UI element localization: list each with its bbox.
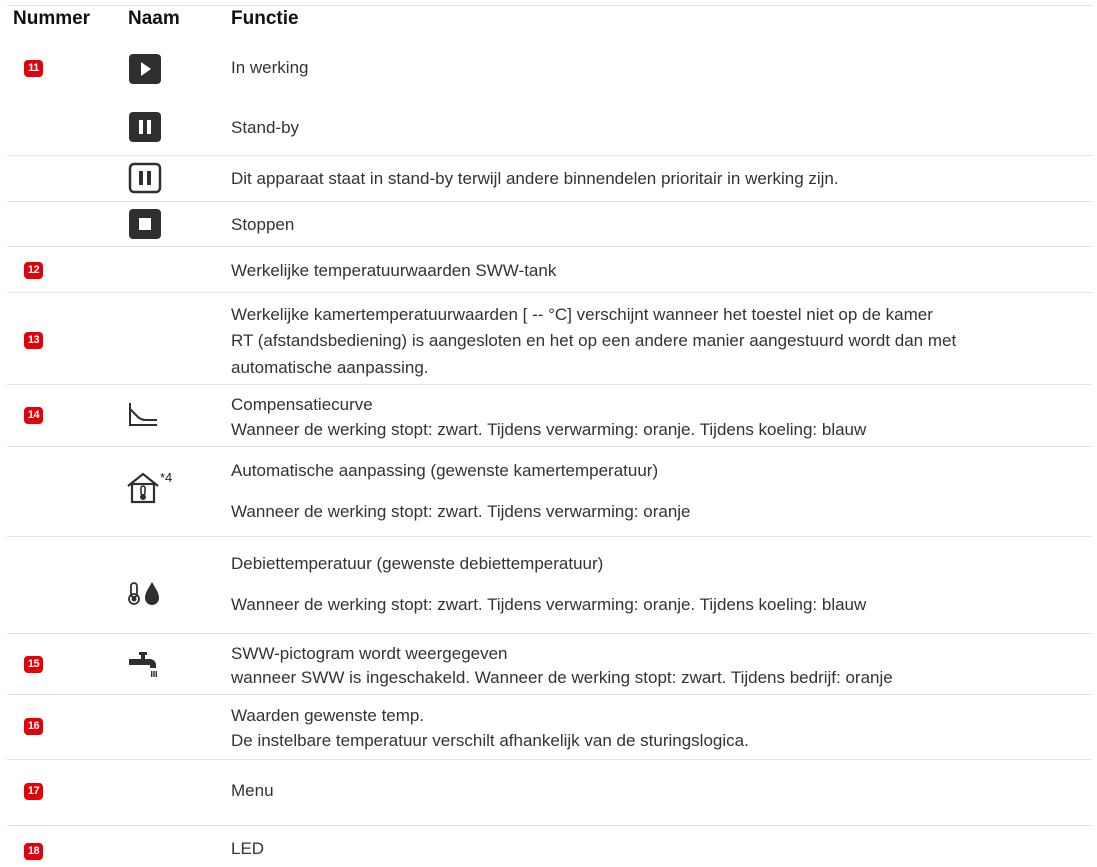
function-led: LED (231, 839, 265, 858)
row-divider (7, 292, 1092, 293)
function-auto-adjust-title: Automatische aanpassing (gewenste kamert… (231, 461, 659, 480)
number-badge-14: 14 (24, 407, 43, 424)
header-name: Naam (128, 8, 180, 29)
pause-icon (129, 112, 161, 142)
number-badge-18: 18 (24, 843, 43, 860)
function-in-werking: In werking (231, 58, 309, 77)
row-divider (7, 201, 1092, 202)
legend-table: Nummer Naam Functie 11 In werking Stand-… (0, 0, 1097, 867)
function-setpoint-title: Waarden gewenste temp. (231, 706, 425, 725)
row-divider (7, 759, 1092, 760)
function-stand-by: Stand-by (231, 118, 300, 137)
number-badge-11: 11 (24, 60, 43, 77)
function-dhw-colors: wanneer SWW is ingeschakeld. Wanneer de … (231, 668, 893, 687)
function-compensation-title: Compensatiecurve (231, 395, 373, 414)
function-compensation-colors: Wanneer de werking stopt: zwart. Tijdens… (231, 420, 867, 439)
number-badge-12: 12 (24, 262, 43, 279)
function-stoppen: Stoppen (231, 215, 295, 234)
function-setpoint-description: De instelbare temperatuur verschilt afha… (231, 731, 749, 750)
function-auto-adjust-colors: Wanneer de werking stopt: zwart. Tijdens… (231, 502, 691, 521)
function-menu: Menu (231, 781, 274, 800)
function-tank-temperature: Werkelijke temperatuurwaarden SWW-tank (231, 261, 557, 280)
row-divider (7, 694, 1092, 695)
header-function: Functie (231, 8, 299, 29)
row-divider (7, 246, 1092, 247)
function-room-temperature-line-3: automatische aanpassing. (231, 358, 429, 377)
function-room-temperature-line-2: RT (afstandsbediening) is aangesloten en… (231, 331, 957, 350)
row-divider (7, 446, 1092, 447)
function-stand-by-priority: Dit apparaat staat in stand-by terwijl a… (231, 169, 839, 188)
row-divider (7, 536, 1092, 537)
header-number: Nummer (13, 8, 91, 29)
faucet-icon (129, 652, 157, 677)
function-room-temperature-line-1: Werkelijke kamertemperatuurwaarden [ -- … (231, 305, 933, 324)
house-thermometer-icon (127, 472, 159, 504)
top-rule (7, 5, 1092, 6)
number-badge-17: 17 (24, 783, 43, 800)
function-flow-temperature-title: Debiettemperatuur (gewenste debiettemper… (231, 554, 604, 573)
function-flow-temperature-colors: Wanneer de werking stopt: zwart. Tijdens… (231, 595, 867, 614)
row-divider (7, 155, 1092, 156)
thermometer-drop-icon (128, 582, 159, 605)
compensation-curve-icon (129, 403, 157, 426)
row-divider (7, 825, 1092, 826)
pause-outline-icon (128, 162, 162, 194)
footnote-superscript: *4 (160, 470, 173, 485)
function-dhw-title: SWW-pictogram wordt weergegeven (231, 644, 508, 663)
number-badge-16: 16 (24, 718, 43, 735)
number-badge-13: 13 (24, 332, 43, 349)
play-icon (129, 54, 161, 84)
row-divider (7, 633, 1092, 634)
row-divider (7, 384, 1092, 385)
stop-icon (129, 209, 161, 239)
number-badge-15: 15 (24, 656, 43, 673)
